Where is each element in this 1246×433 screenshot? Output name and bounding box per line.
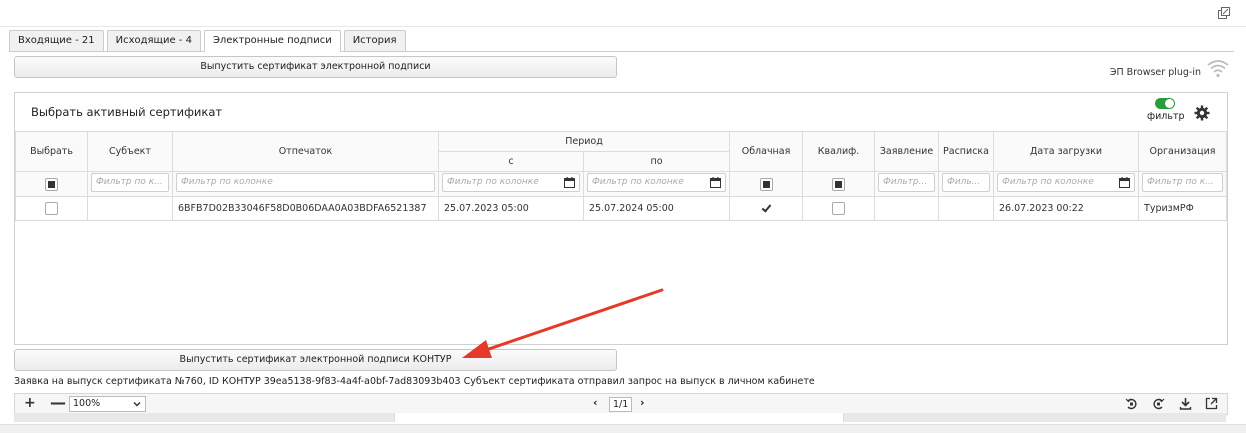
- horizontal-scrollbar[interactable]: [14, 413, 1226, 422]
- calendar-icon[interactable]: [1119, 177, 1131, 188]
- filter-toggle[interactable]: [1155, 98, 1175, 109]
- filter-cloud-checkbox[interactable]: [759, 177, 773, 191]
- cell-application: [874, 196, 940, 221]
- cell-thumbprint: 6BFB7D02B33046F58D0B06DAA0A03BDFA6521387: [172, 196, 439, 221]
- scrollbar-thumb[interactable]: [394, 413, 844, 422]
- column-header-from[interactable]: с: [438, 151, 584, 172]
- filter-from-placeholder: Фильтр по колонке: [447, 177, 539, 187]
- column-header-select[interactable]: Выбрать: [15, 131, 88, 172]
- column-header-qualified[interactable]: Квалиф.: [802, 131, 876, 172]
- zoom-in-button[interactable]: +: [24, 395, 36, 411]
- filter-toggle-label: фильтр: [1147, 111, 1185, 122]
- filter-thumbprint-input[interactable]: Фильтр по колонке: [176, 173, 435, 192]
- column-header-cloud[interactable]: Облачная: [729, 131, 804, 172]
- tab-history[interactable]: История: [343, 30, 406, 51]
- tab-incoming[interactable]: Входящие - 21: [9, 30, 104, 51]
- filter-subject-input[interactable]: Фильтр по к...: [91, 173, 169, 192]
- cloud-checkbox[interactable]: [760, 202, 773, 215]
- column-header-application[interactable]: Заявление: [874, 131, 940, 172]
- qualified-checkbox[interactable]: [832, 202, 846, 215]
- expand-window-icon[interactable]: [1218, 7, 1230, 19]
- tab-divider: [9, 51, 1234, 52]
- column-header-upload-date[interactable]: Дата загрузки: [993, 131, 1140, 172]
- request-status-note: Заявка на выпуск сертификата №760, ID КО…: [14, 376, 815, 387]
- certificates-table: Выбрать Субъект Отпечаток Период Облачна…: [15, 131, 1228, 221]
- chevron-down-icon: [133, 401, 141, 407]
- cell-subject: [87, 196, 173, 221]
- plugin-status-label: ЭП Browser plug-in: [1109, 67, 1201, 78]
- cell-from: 25.07.2023 05:00: [438, 196, 584, 221]
- viewer-toolbar: + — 100% ‹ 1/1 ›: [14, 393, 1228, 415]
- filter-from-input[interactable]: Фильтр по колонке: [442, 173, 580, 192]
- rotate-left-icon[interactable]: [1125, 397, 1138, 410]
- cell-receipt: [938, 196, 995, 221]
- tab-electronic-signatures[interactable]: Электронные подписи: [203, 30, 341, 52]
- column-header-subject[interactable]: Субъект: [87, 131, 173, 172]
- page-indicator[interactable]: 1/1: [609, 397, 633, 412]
- tab-bar: Входящие - 21 Исходящие - 4 Электронные …: [9, 30, 409, 52]
- column-header-to[interactable]: по: [582, 151, 731, 172]
- table-row[interactable]: 6BFB7D02B33046F58D0B06DAA0A03BDFA6521387…: [15, 196, 1228, 221]
- cell-to: 25.07.2024 05:00: [582, 196, 731, 221]
- issue-certificate-button[interactable]: Выпустить сертификат электронной подписи: [14, 56, 617, 78]
- calendar-icon[interactable]: [564, 177, 575, 188]
- filter-receipt-input[interactable]: Филь...: [942, 173, 991, 192]
- certificate-panel: Выбрать активный сертификат фильтр Выбра…: [14, 92, 1228, 345]
- select-all-checkbox[interactable]: [45, 177, 58, 191]
- zoom-out-button[interactable]: —: [50, 393, 66, 412]
- column-header-thumbprint[interactable]: Отпечаток: [172, 131, 439, 172]
- issue-kontur-certificate-button[interactable]: Выпустить сертификат электронной подписи…: [14, 349, 617, 371]
- tab-outgoing[interactable]: Исходящие - 4: [106, 30, 201, 51]
- gear-icon[interactable]: [1194, 105, 1210, 121]
- column-header-receipt[interactable]: Расписка: [938, 131, 995, 172]
- chevron-right-icon[interactable]: ›: [640, 396, 645, 409]
- filter-upload-date-input[interactable]: Фильтр по колонке: [997, 173, 1136, 192]
- filter-upload-date-placeholder: Фильтр по колонке: [1002, 177, 1094, 187]
- zoom-value: 100%: [73, 398, 101, 409]
- column-header-organization[interactable]: Организация: [1138, 131, 1228, 172]
- chevron-left-icon[interactable]: ‹: [593, 396, 598, 409]
- cell-upload-date: 26.07.2023 00:22: [993, 196, 1140, 221]
- rotate-right-icon[interactable]: [1152, 397, 1165, 410]
- open-external-icon[interactable]: [1205, 397, 1218, 410]
- wifi-icon: [1207, 60, 1229, 78]
- download-icon[interactable]: [1179, 397, 1192, 410]
- filter-row: Фильтр по к... Фильтр по колонке Фильтр …: [15, 171, 1228, 197]
- cell-organization: ТуризмРФ: [1138, 196, 1228, 221]
- filter-to-placeholder: Фильтр по колонке: [592, 177, 684, 187]
- filter-qualified-checkbox[interactable]: [832, 177, 846, 191]
- filter-to-input[interactable]: Фильтр по колонке: [587, 173, 727, 192]
- top-bar: [0, 0, 1246, 27]
- filter-application-input[interactable]: Фильтр...: [878, 173, 936, 192]
- zoom-select[interactable]: 100%: [69, 396, 146, 412]
- calendar-icon[interactable]: [710, 177, 722, 188]
- row-select-checkbox[interactable]: [45, 202, 58, 215]
- column-group-period: Период: [437, 131, 731, 152]
- panel-title: Выбрать активный сертификат: [31, 105, 223, 119]
- filter-organization-input[interactable]: Фильтр по к...: [1142, 173, 1224, 192]
